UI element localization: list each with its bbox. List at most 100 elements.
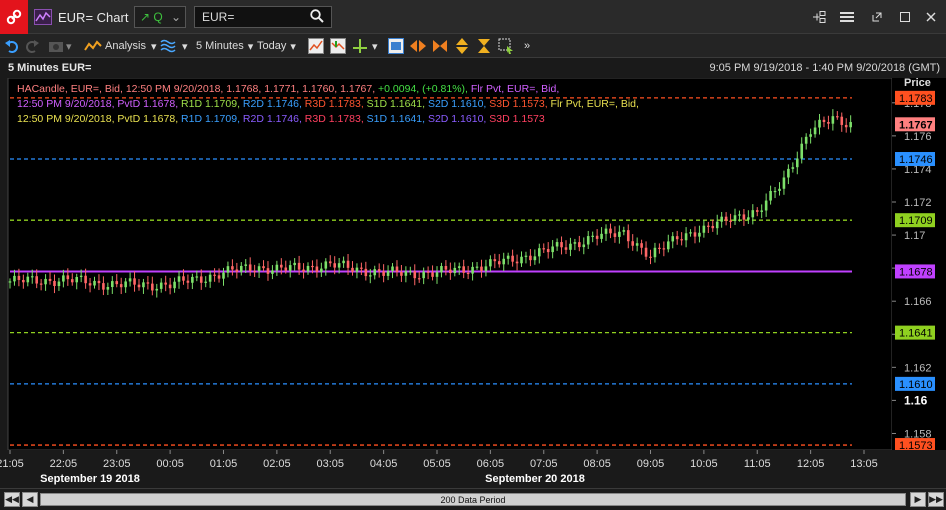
candle-body — [738, 214, 741, 216]
candle-body — [395, 266, 399, 272]
zoom-in-y-icon[interactable] — [476, 38, 492, 54]
chevron-down-icon: ⌄ — [170, 10, 181, 24]
candle-body — [48, 278, 52, 281]
candle-body — [191, 276, 194, 283]
candle-body — [333, 263, 336, 268]
pivot-label-pvtd: 1.1678 — [899, 266, 933, 278]
crosshair-dropdown-icon[interactable]: ▾ — [372, 38, 378, 54]
candle-body — [115, 281, 119, 285]
x-tick-label: 11:05 — [744, 458, 771, 470]
candle-body — [818, 119, 821, 128]
range-dropdown[interactable]: Today ▾ — [257, 38, 296, 54]
candle-body — [17, 275, 21, 280]
candle-body — [773, 190, 777, 193]
maximize-icon[interactable] — [896, 8, 914, 26]
candle-body — [804, 136, 808, 144]
legend-segment: S1D 1.1641, — [367, 98, 428, 110]
candle-body — [128, 278, 132, 282]
candle-body — [840, 116, 844, 125]
quote-link-button[interactable]: ↗ Q ⌄ — [134, 6, 186, 28]
candle-body — [137, 284, 141, 288]
chevron-down-icon: ▾ — [150, 40, 157, 53]
overlay-dropdown-icon[interactable]: ▾ — [182, 38, 188, 54]
data-box-icon[interactable] — [388, 38, 404, 54]
interval-dropdown[interactable]: 5 Minutes ▾ — [196, 38, 253, 54]
scroll-right-icon[interactable]: ▶ — [910, 492, 926, 507]
camera-dropdown-icon[interactable]: ▾ — [66, 38, 72, 54]
chart-name: 5 Minutes EUR= — [8, 62, 92, 74]
chart-header: 5 Minutes EUR= 9:05 PM 9/19/2018 - 1:40 … — [0, 58, 946, 78]
candle-body — [368, 275, 372, 277]
candle-body — [569, 243, 572, 250]
close-icon[interactable] — [922, 8, 940, 26]
candle-body — [831, 116, 835, 124]
legend-segment: S3D 1.1573, — [489, 98, 550, 110]
scroll-start-icon[interactable]: ◀◀ — [4, 492, 20, 507]
overlay-icon[interactable] — [160, 38, 176, 54]
x-tick-label: 10:05 — [690, 458, 718, 470]
popout-icon[interactable] — [868, 8, 886, 26]
zoom-in-x-icon[interactable] — [432, 38, 448, 54]
candle-body — [453, 267, 457, 274]
price-chart[interactable]: 1.1781.1761.1741.1721.171.1681.1661.1641… — [0, 78, 946, 488]
select-zoom-icon[interactable] — [498, 38, 514, 54]
candle-body — [836, 116, 839, 118]
line-chart-icon[interactable] — [308, 38, 324, 54]
menu-icon[interactable] — [838, 8, 856, 26]
camera-icon[interactable] — [48, 38, 64, 54]
candle-body — [151, 283, 154, 291]
data-period-label: 200 Data Period — [440, 495, 506, 505]
app-logo[interactable] — [0, 0, 28, 34]
candle-body — [689, 232, 692, 234]
more-tools-icon[interactable]: » — [524, 38, 530, 54]
candle-body — [124, 281, 127, 288]
candle-body — [13, 275, 16, 282]
candle-body — [449, 269, 452, 274]
legend-segment: R1D 1.1709, — [181, 113, 243, 125]
candle-chart-icon[interactable] — [330, 38, 346, 54]
candle-body — [751, 210, 755, 218]
candle-body — [680, 239, 683, 241]
candle-body — [155, 288, 159, 291]
candle-body — [222, 272, 225, 279]
redo-icon[interactable] — [24, 38, 40, 54]
undo-icon[interactable] — [4, 38, 20, 54]
candle-body — [382, 271, 385, 276]
link-group-icon[interactable] — [810, 8, 828, 26]
legend-segment: S3D 1.1573 — [489, 113, 545, 125]
candle-body — [306, 265, 310, 272]
candle-body — [97, 280, 101, 284]
scroll-left-icon[interactable]: ◀ — [22, 492, 38, 507]
candle-body — [613, 233, 617, 237]
candle-body — [711, 225, 715, 229]
candle-body — [346, 260, 350, 268]
candle-body — [79, 275, 83, 277]
candle-body — [39, 283, 43, 285]
candle-body — [280, 264, 283, 268]
scroll-up-down-icon[interactable] — [454, 38, 470, 54]
candle-body — [288, 265, 292, 271]
legend-line3: 12:50 PM 9/20/2018, PvtD 1.1678, R1D 1.1… — [17, 113, 545, 125]
candle-body — [484, 266, 488, 271]
x-axis: 21:05 22:05 23:05 00:05 01:05 02:05 03:05 04:05… — [0, 450, 946, 488]
candle-body — [622, 230, 626, 232]
analysis-menu[interactable]: Analysis ▾ — [84, 38, 157, 54]
candle-body — [715, 221, 719, 229]
data-period-scrollbar[interactable]: 200 Data Period — [40, 493, 906, 506]
candle-body — [849, 122, 852, 128]
candle-body — [93, 280, 96, 286]
y-tick-label: 1.166 — [904, 296, 932, 308]
candle-body — [502, 258, 506, 265]
candle-body — [782, 177, 786, 189]
crosshair-icon[interactable] — [352, 38, 368, 54]
candle-body — [457, 266, 461, 268]
candle-body — [66, 275, 70, 280]
search-icon[interactable] — [310, 9, 324, 23]
scroll-end-icon[interactable]: ▶▶ — [928, 492, 944, 507]
candle-body — [213, 274, 216, 276]
scroll-left-right-icon[interactable] — [410, 38, 426, 54]
candle-body — [707, 225, 710, 227]
y-tick-label: 1.162 — [904, 362, 932, 374]
pivot-label-s2d: 1.1610 — [899, 379, 933, 391]
y-tick-label: 1.16 — [904, 393, 928, 407]
